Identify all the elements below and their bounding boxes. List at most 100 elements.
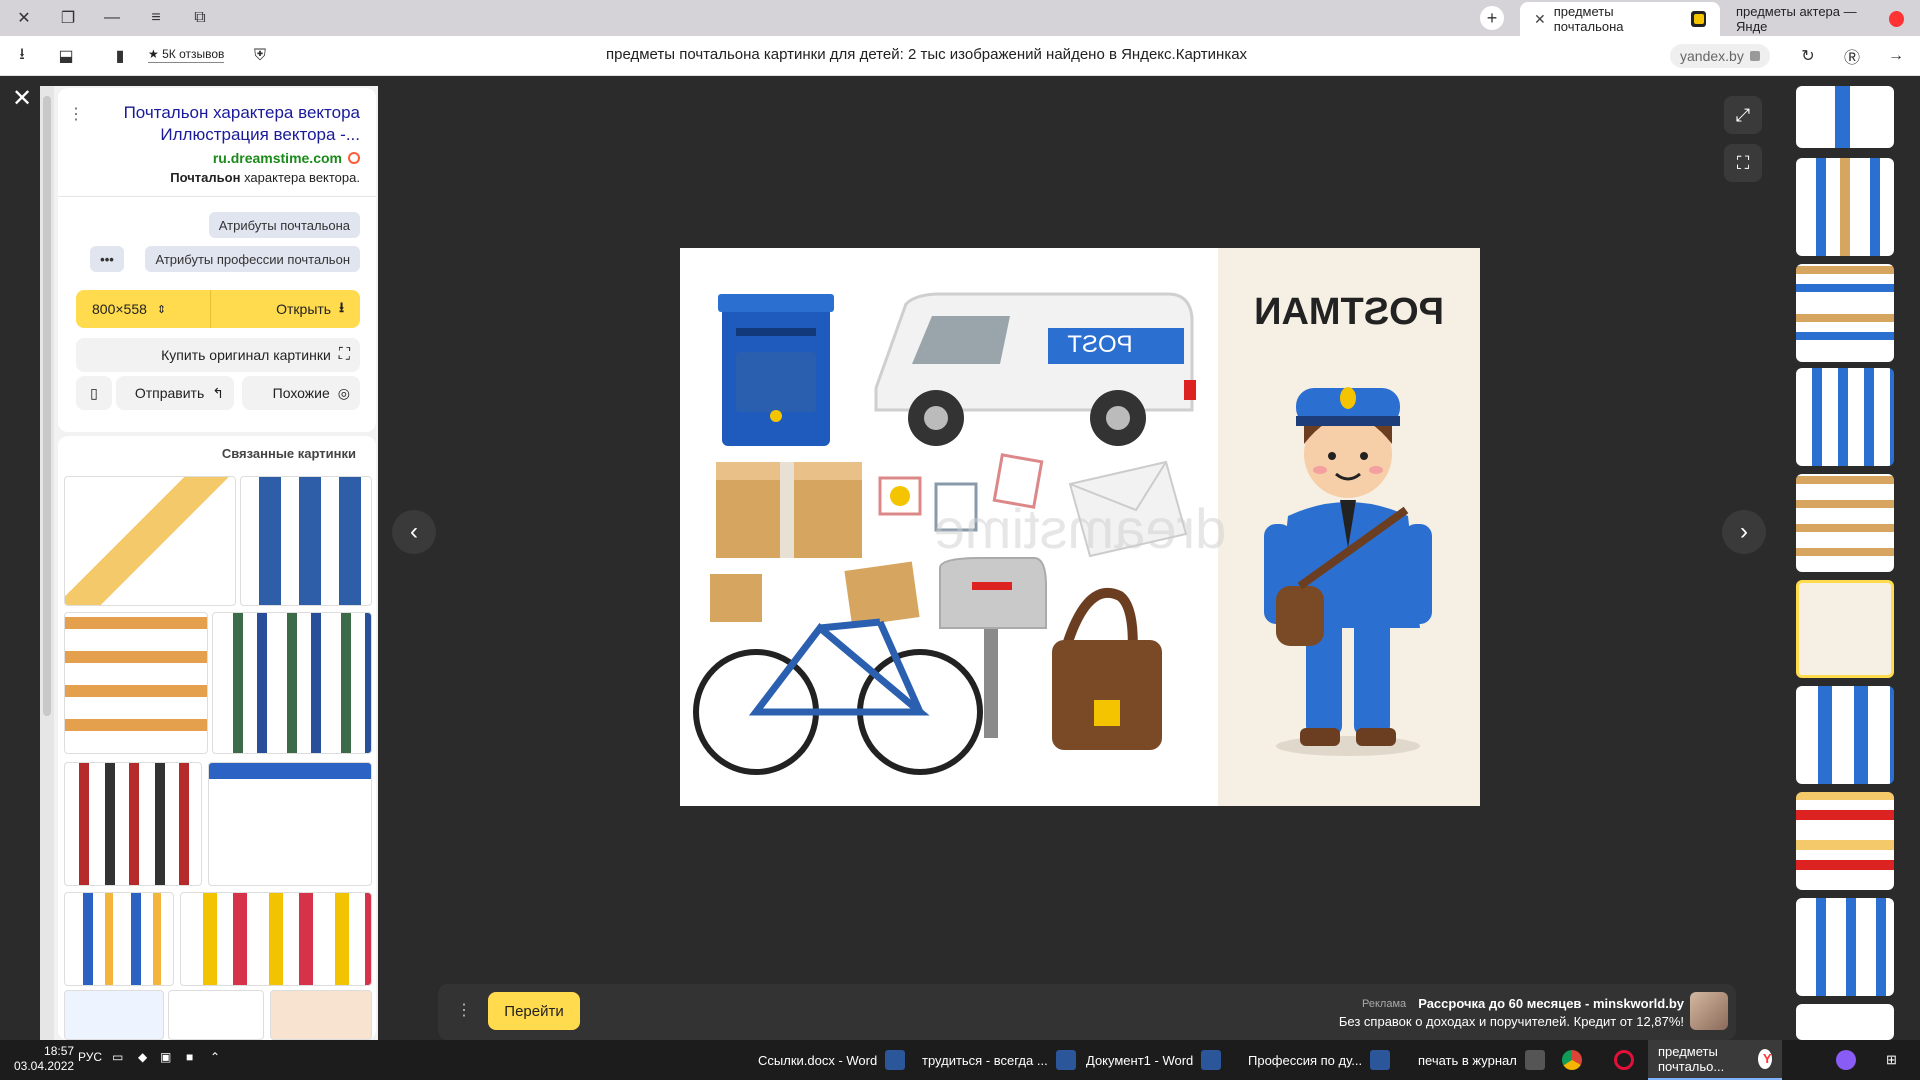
ad-description[interactable]: Без справок о доходах и поручителей. Кре… (1339, 1014, 1684, 1029)
related-thumb[interactable] (212, 612, 372, 754)
strip-thumb[interactable] (1796, 158, 1894, 256)
similar-label: Похожие (272, 385, 330, 401)
strip-thumb[interactable] (1796, 1004, 1894, 1040)
image-title-link[interactable]: Почтальон характера вектора Иллюстрация … (100, 102, 360, 146)
buy-original-button[interactable]: Купить оригинал картинки ⛶ (76, 338, 360, 372)
lens-icon: ◎ (337, 384, 350, 401)
strip-thumb[interactable] (1796, 686, 1894, 784)
ad-headline[interactable]: Рассрочка до 60 месяцев - minskworld.by (1418, 996, 1684, 1011)
new-tab-button[interactable]: + (1480, 6, 1504, 30)
buy-label: Купить оригинал картинки (161, 347, 331, 363)
related-thumb[interactable] (180, 892, 372, 986)
clock-time: 18:57 (44, 1044, 75, 1058)
prev-image-button[interactable]: ‹ (392, 510, 436, 554)
tray-app-icon[interactable]: ▣ (160, 1050, 171, 1064)
tab-title: предметы почтальона (1553, 4, 1624, 34)
tag-attributes-postman[interactable]: Атрибуты почтальона (208, 212, 360, 238)
opera-icon[interactable] (1604, 1040, 1644, 1080)
download-icon[interactable]: ⭳ (10, 44, 34, 68)
share-button[interactable]: Отправить ↰ (116, 376, 234, 410)
word-icon (1201, 1050, 1222, 1070)
related-thumb[interactable] (64, 990, 164, 1040)
menu-icon[interactable]: ≡ (136, 0, 176, 36)
share-label: Отправить (134, 385, 205, 401)
related-thumb[interactable] (240, 476, 372, 606)
related-thumb[interactable] (168, 990, 264, 1040)
taskbar-app[interactable]: печать в журнал (1408, 1040, 1555, 1080)
strip-thumb[interactable] (1796, 792, 1894, 890)
related-thumb[interactable] (64, 476, 236, 606)
related-thumb[interactable] (64, 762, 202, 886)
source-favicon-icon (348, 152, 360, 164)
taskbar-app-active[interactable]: предметы почтальо... Y (1648, 1040, 1782, 1080)
lock-icon (1749, 51, 1760, 61)
crop-icon[interactable]: ⛶ (1724, 144, 1762, 182)
page-title[interactable]: предметы почтальона картинки для детей: … (606, 46, 1247, 63)
open-button[interactable]: Открыть ⭳ 800×558 ⇕ (76, 290, 360, 328)
tabs-icon[interactable]: ⧉ (180, 0, 220, 36)
minimize-window-icon[interactable]: — (92, 0, 132, 36)
close-tab-icon[interactable]: ✕ (1534, 11, 1546, 28)
related-thumb[interactable] (270, 990, 372, 1040)
source-link[interactable]: ru.dreamstime.com (213, 150, 360, 166)
ad-go-button[interactable]: Перейти (488, 992, 580, 1030)
tag-attributes-profession[interactable]: Атрибуты профессии почтальон (145, 246, 360, 272)
strip-thumb[interactable] (1796, 474, 1894, 572)
language-indicator[interactable]: РУС (78, 1050, 102, 1064)
reload-icon[interactable]: ↻ (1796, 44, 1820, 68)
image-description: Почтальон характера вектора. (170, 170, 360, 185)
thumbnail-strip (1792, 86, 1900, 1040)
clock[interactable]: 18:57 03.04.2022 (14, 1044, 74, 1074)
size-selector[interactable]: 800×558 ⇕ (92, 301, 166, 317)
more-menu-icon[interactable]: ⋮ (68, 104, 84, 124)
show-hidden-icons[interactable]: ⌃ (210, 1050, 220, 1064)
save-collection-button[interactable]: ▯ (76, 376, 112, 410)
strip-thumb-selected[interactable] (1796, 580, 1894, 678)
sort-icon: ⇕ (156, 303, 167, 316)
back-icon[interactable]: → (1884, 44, 1908, 68)
taskbar-app[interactable]: Профессия по ду... (1238, 1040, 1400, 1080)
chrome-icon[interactable] (1552, 1040, 1592, 1080)
taskbar-app[interactable]: Ссылки.docx - Word (748, 1040, 915, 1080)
next-image-button[interactable]: › (1722, 510, 1766, 554)
reviews-link[interactable]: ★ 5К отзывов (148, 47, 225, 63)
ad-menu-icon[interactable]: ⋮ (456, 1000, 472, 1020)
scan-icon: ⛶ (338, 346, 350, 363)
watermark: dreamstime (934, 497, 1227, 560)
word-icon (1370, 1050, 1391, 1070)
security-icon[interactable]: ◆ (138, 1050, 147, 1064)
strip-thumb[interactable] (1796, 898, 1894, 996)
restore-window-icon[interactable]: ❐ (48, 0, 88, 36)
tab-inactive[interactable]: предметы актера — Янде (1722, 2, 1918, 36)
related-thumb[interactable] (208, 762, 372, 886)
protect-icon[interactable]: ⛨ (248, 44, 272, 68)
more-tags-button[interactable]: ••• (90, 246, 124, 272)
word-icon (885, 1050, 906, 1070)
related-thumb[interactable] (64, 892, 174, 986)
close-viewer-icon[interactable]: ✕ (8, 84, 36, 112)
cortana-icon[interactable] (1826, 1040, 1866, 1080)
close-window-icon[interactable]: ✕ (4, 0, 44, 36)
strip-thumb[interactable] (1796, 86, 1894, 148)
start-icon[interactable]: ⊞ (1876, 1040, 1907, 1080)
tray-app2-icon[interactable]: ■ (186, 1050, 193, 1064)
strip-thumb[interactable] (1796, 264, 1894, 362)
url-field[interactable]: yandex.by (1670, 44, 1770, 68)
similar-button[interactable]: Похожие ◎ (242, 376, 360, 410)
tab-active[interactable]: ✕ предметы почтальона (1520, 2, 1720, 36)
strip-thumb[interactable] (1796, 368, 1894, 466)
folder-icon (1524, 1050, 1545, 1070)
ad-label: Реклама (1362, 998, 1407, 1010)
ad-logo[interactable] (1690, 992, 1728, 1030)
bookmark-icon[interactable]: ▮ (108, 44, 132, 68)
share-arrow-icon: ↰ (212, 384, 224, 401)
related-thumb[interactable] (64, 612, 208, 754)
network-icon[interactable]: ▭ (112, 1050, 123, 1064)
panel-scrollbar[interactable] (40, 86, 54, 1040)
taskbar-app[interactable]: трудиться - всегда ... (912, 1040, 1086, 1080)
account-icon[interactable]: Ⓡ (1840, 44, 1864, 68)
fullscreen-icon[interactable]: ⤢ (1724, 96, 1762, 134)
extensions-icon[interactable]: ⬓ (54, 44, 78, 68)
main-image[interactable]: POSTMAN POST dreamstime (680, 248, 1480, 806)
taskbar-app[interactable]: Документ1 - Word (1076, 1040, 1231, 1080)
